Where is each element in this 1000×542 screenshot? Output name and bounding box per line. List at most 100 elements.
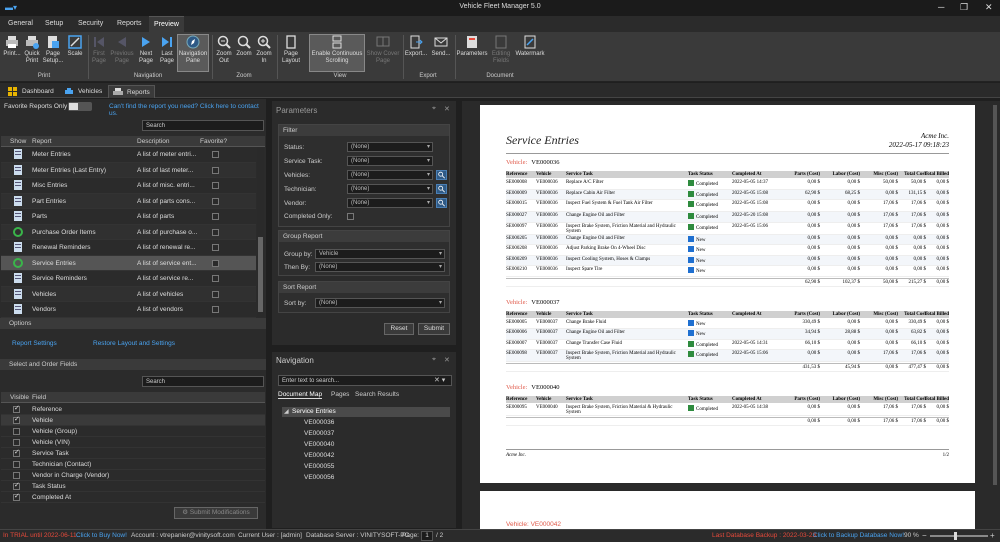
buy-now-link[interactable]: Click to Buy Now! <box>76 530 127 542</box>
report-row[interactable]: Renewal Reminders A list of renewal re... <box>1 240 256 256</box>
page-number-input[interactable]: 1 <box>421 531 433 541</box>
navigation-search-input[interactable]: Enter text to search... <box>278 375 452 386</box>
field-visible-checkbox[interactable] <box>13 492 20 501</box>
report-row[interactable]: Part Entries A list of parts cons... <box>1 193 256 209</box>
field-row[interactable]: Technician (Contact) <box>1 459 265 470</box>
favorite-checkbox[interactable] <box>212 197 219 205</box>
favorite-reports-toggle[interactable] <box>68 102 92 111</box>
tree-item[interactable]: VE000040 <box>304 441 334 448</box>
clear-search-icon[interactable]: ✕ ▾ <box>434 376 445 384</box>
menu-reports[interactable]: Reports <box>112 16 147 32</box>
tab-vehicles[interactable]: Vehicles <box>60 85 106 98</box>
field-visible-checkbox[interactable] <box>13 472 20 479</box>
page-setup-button[interactable]: Page Setup... <box>42 35 64 64</box>
report-settings-link[interactable]: Report Settings <box>12 340 57 347</box>
field-visible-checkbox[interactable] <box>13 448 20 457</box>
favorite-checkbox[interactable] <box>212 151 219 158</box>
menu-setup[interactable]: Setup <box>40 16 68 32</box>
favorite-checkbox[interactable] <box>212 213 219 220</box>
filter-select[interactable]: (None) <box>347 184 433 194</box>
field-row[interactable]: Service Task <box>1 448 265 459</box>
favorite-checkbox[interactable] <box>212 244 219 251</box>
submit-modifications-button[interactable]: ⚙ Submit Modifications <box>174 507 258 519</box>
export-button[interactable]: Export... <box>404 35 428 58</box>
options-header[interactable]: Options <box>0 318 266 329</box>
field-visible-checkbox[interactable] <box>13 481 20 490</box>
tree-item[interactable]: VE000037 <box>304 430 334 437</box>
field-visible-checkbox[interactable] <box>13 461 20 468</box>
favorite-checkbox[interactable] <box>212 275 219 282</box>
then-by-select[interactable]: (None) <box>315 262 445 272</box>
field-visible-checkbox[interactable] <box>13 404 20 413</box>
favorite-checkbox[interactable] <box>212 259 219 267</box>
report-row[interactable]: Misc Entries A list of misc. entri... <box>1 178 256 194</box>
expand-icon[interactable]: ◢ <box>284 408 289 415</box>
field-row[interactable]: Vehicle (VIN) <box>1 437 265 448</box>
restore-icon[interactable]: ❐ <box>960 2 968 13</box>
tab-document-map[interactable]: Document Map <box>278 391 323 399</box>
favorite-checkbox[interactable] <box>212 290 219 298</box>
minimize-icon[interactable]: ─ <box>938 2 944 12</box>
zoom-slider-thumb[interactable] <box>954 532 957 540</box>
zoom-slider[interactable] <box>930 535 988 537</box>
close-panel-icon[interactable]: ✕ <box>444 356 450 364</box>
show-cover-page-button[interactable]: Show Cover Page <box>366 35 400 64</box>
field-row[interactable]: Vendor in Charge (Vendor) <box>1 470 265 481</box>
help-link[interactable]: Can't find the report you need? Click he… <box>109 103 266 117</box>
navigation-pane-button[interactable]: Navigation Pane <box>177 34 209 72</box>
quick-print-button[interactable]: Quick Print <box>22 35 42 64</box>
editing-fields-button[interactable]: Editing Fields <box>488 35 514 64</box>
zoom-out-icon[interactable]: − <box>922 530 927 542</box>
search-icon[interactable] <box>436 184 447 194</box>
report-row[interactable]: Vendors A list of vendors <box>1 302 256 318</box>
previous-page-button[interactable]: Previous Page <box>110 35 134 64</box>
group-by-select[interactable]: Vehicle <box>315 249 445 259</box>
filter-select[interactable]: (None) <box>347 170 433 180</box>
report-row[interactable]: Meter Entries A list of meter entri... <box>1 147 256 163</box>
menu-preview[interactable]: Preview <box>149 16 184 32</box>
filter-select[interactable]: (None) <box>347 142 433 152</box>
field-visible-checkbox[interactable] <box>13 415 20 424</box>
reset-button[interactable]: Reset <box>384 323 414 335</box>
tab-dashboard[interactable]: Dashboard <box>4 85 58 98</box>
reports-search-input[interactable]: Search <box>142 120 264 131</box>
zoom-button[interactable]: Zoom <box>234 35 254 58</box>
tree-item[interactable]: VE000056 <box>304 474 334 481</box>
report-row[interactable]: Purchase Order Items A list of purchase o… <box>1 224 256 240</box>
report-row[interactable]: Parts A list of parts <box>1 209 256 225</box>
tree-item[interactable]: VE000055 <box>304 463 334 470</box>
pin-icon[interactable]: ⌖ <box>432 356 436 364</box>
tab-search-results[interactable]: Search Results <box>355 391 399 398</box>
tree-item[interactable]: VE000036 <box>304 419 334 426</box>
close-icon[interactable]: ✕ <box>985 2 993 13</box>
tab-pages[interactable]: Pages <box>331 391 349 398</box>
field-row[interactable]: Vehicle <box>1 415 265 426</box>
search-icon[interactable] <box>436 198 447 208</box>
page-layout-button[interactable]: Page Layout <box>279 35 303 64</box>
report-row[interactable]: Vehicles A list of vehicles <box>1 286 256 302</box>
tab-reports[interactable]: Reports <box>108 85 155 98</box>
favorite-checkbox[interactable] <box>212 182 219 189</box>
next-page-button[interactable]: Next Page <box>136 35 156 64</box>
preview-scrollbar[interactable] <box>991 101 999 529</box>
first-page-button[interactable]: First Page <box>89 35 109 64</box>
favorite-checkbox[interactable] <box>212 228 219 236</box>
parameters-button[interactable]: Parameters <box>456 35 488 58</box>
filter-select[interactable]: (None) <box>347 156 433 166</box>
fields-header[interactable]: Select and Order Fields <box>0 359 266 370</box>
field-visible-checkbox[interactable] <box>13 439 20 446</box>
fields-search-input[interactable]: Search <box>142 376 264 387</box>
completed-only-checkbox[interactable] <box>347 213 354 220</box>
send-button[interactable]: Send... <box>429 35 453 58</box>
print-button[interactable]: Print... <box>2 35 22 58</box>
field-visible-checkbox[interactable] <box>13 428 20 435</box>
scale-button[interactable]: Scale <box>65 35 85 58</box>
report-row[interactable]: Service Reminders A list of service re... <box>1 271 256 287</box>
search-icon[interactable] <box>436 170 447 180</box>
continuous-scrolling-button[interactable]: Enable Continuous Scrolling <box>309 34 365 72</box>
restore-layout-link[interactable]: Restore Layout and Settings <box>93 340 175 347</box>
submit-button[interactable]: Submit <box>418 323 450 335</box>
zoom-in-icon[interactable]: + <box>990 530 995 542</box>
field-row[interactable]: Task Status <box>1 481 265 492</box>
zoom-out-button[interactable]: Zoom Out <box>214 35 234 64</box>
